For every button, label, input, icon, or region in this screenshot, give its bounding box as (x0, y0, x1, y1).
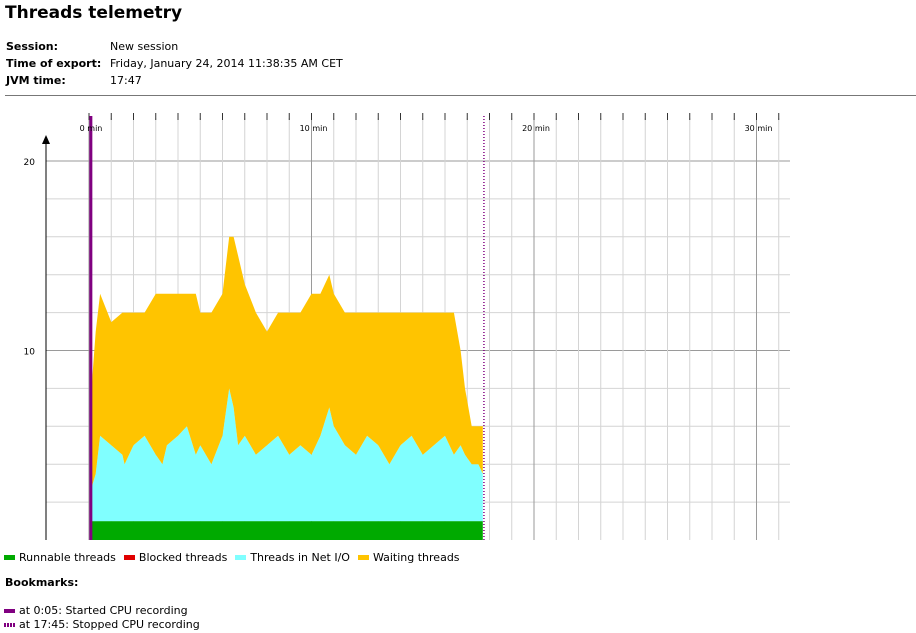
bookmark-item: at 17:45: Stopped CPU recording (4, 618, 200, 632)
x-tick-label: 30 min (745, 124, 773, 133)
bookmark-text: at 0:05: Started CPU recording (19, 604, 188, 617)
legend-item-net-io: Threads in Net I/O (235, 551, 350, 564)
x-tick-label: 10 min (300, 124, 328, 133)
runnable-area (90, 521, 483, 540)
x-tick-label: 20 min (522, 124, 550, 133)
session-row: Session: New session (6, 38, 343, 55)
session-value: New session (110, 40, 179, 53)
legend-swatch-waiting (357, 555, 369, 560)
legend-item-runnable: Runnable threads (4, 551, 116, 564)
export-time-row: Time of export: Friday, January 24, 2014… (6, 55, 343, 72)
legend-swatch-net-io (235, 555, 247, 560)
legend-swatch-runnable (4, 555, 15, 560)
legend-item-waiting: Waiting threads (357, 551, 460, 564)
legend-item-blocked: Blocked threads (123, 551, 228, 564)
bookmark-solid-swatch (4, 609, 15, 613)
y-tick-label: 10 (24, 348, 36, 358)
jvm-time-label: JVM time: (6, 74, 66, 87)
export-time-value: Friday, January 24, 2014 11:38:35 AM CET (110, 57, 343, 70)
jvm-time-row: JVM time: 17:47 (6, 72, 343, 89)
bookmark-text: at 17:45: Stopped CPU recording (19, 618, 200, 631)
bookmark-dotted-swatch (4, 623, 15, 627)
x-tick-label: 0 min (80, 124, 103, 133)
bookmarks-list: at 0:05: Started CPU recording at 17:45:… (4, 604, 200, 632)
bookmark-item: at 0:05: Started CPU recording (4, 604, 200, 618)
legend-label-waiting: Waiting threads (372, 551, 460, 564)
jvm-time-value: 17:47 (110, 74, 142, 87)
header-divider (5, 95, 916, 96)
session-label: Session: (6, 40, 59, 53)
legend-swatch-blocked (123, 555, 135, 560)
chart-legend: Runnable threads Blocked threads Threads… (4, 551, 460, 564)
legend-label-runnable: Runnable threads (19, 551, 116, 564)
page-title: Threads telemetry (5, 3, 183, 23)
y-axis-arrow (42, 135, 50, 144)
export-time-label: Time of export: (6, 57, 102, 70)
session-info: Session: New session Time of export: Fri… (6, 38, 343, 89)
threads-chart: 0 min 10 min 20 min 30 min 10 20 (24, 113, 790, 540)
y-tick-label: 20 (24, 158, 36, 168)
bookmarks-title: Bookmarks: (5, 576, 79, 589)
legend-label-net-io: Threads in Net I/O (250, 551, 350, 564)
legend-label-blocked: Blocked threads (138, 551, 228, 564)
